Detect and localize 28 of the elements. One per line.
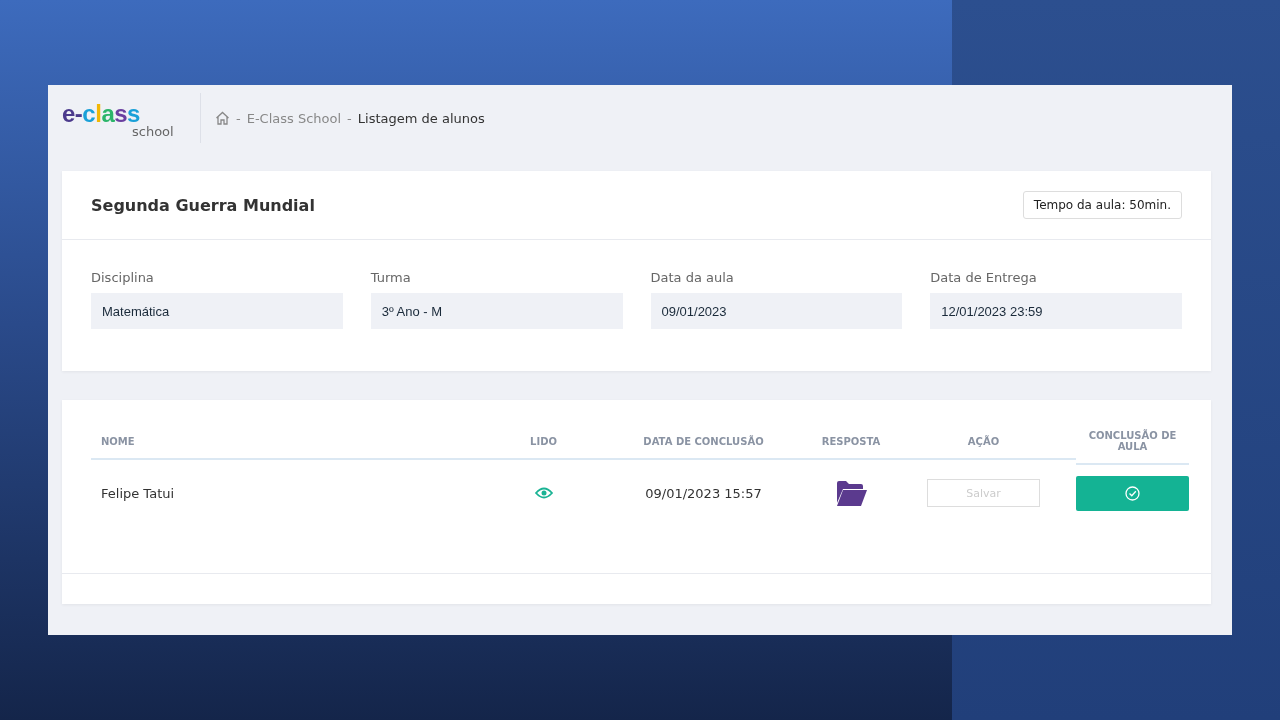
readonly-field: 09/01/2023 [650, 293, 903, 329]
column-header: DATA DE CONCLUSÃO [596, 435, 811, 460]
column-header: CONCLUSÃO DE AULA [1076, 430, 1189, 465]
readonly-field: Matemática [91, 293, 343, 329]
breadcrumb-separator: - [236, 110, 241, 126]
readonly-field: 12/01/2023 23:59 [930, 293, 1182, 329]
readonly-field: 3º Ano - M [370, 293, 623, 329]
completion-date: 09/01/2023 15:57 [644, 484, 763, 503]
student-name: Felipe Tatui [100, 484, 176, 503]
breadcrumb-item[interactable]: E-Class School [246, 110, 342, 126]
column-header: RESPOSTA [811, 435, 891, 460]
conclude-button[interactable] [1076, 475, 1189, 511]
breadcrumb-item[interactable]: Listagem de alunos [357, 110, 485, 126]
check-circle-icon [1125, 485, 1140, 501]
field-label: Disciplina [91, 270, 155, 285]
field-label: Data da aula [650, 270, 735, 285]
breadcrumb-separator: - [347, 110, 352, 126]
field-label: Turma [370, 270, 412, 285]
field-label: Data de Entrega [930, 270, 1038, 285]
logo-subtitle: school [132, 125, 175, 139]
folder-icon[interactable] [835, 480, 867, 506]
home-icon[interactable] [215, 111, 230, 125]
lesson-title: Segunda Guerra Mundial [91, 195, 315, 215]
logo-text: e-class [62, 103, 140, 125]
column-header: NOME [91, 435, 491, 460]
duration-badge: Tempo da aula: 50min. [1022, 191, 1182, 219]
column-header: AÇÃO [891, 435, 1076, 460]
column-header: LIDO [491, 435, 596, 460]
